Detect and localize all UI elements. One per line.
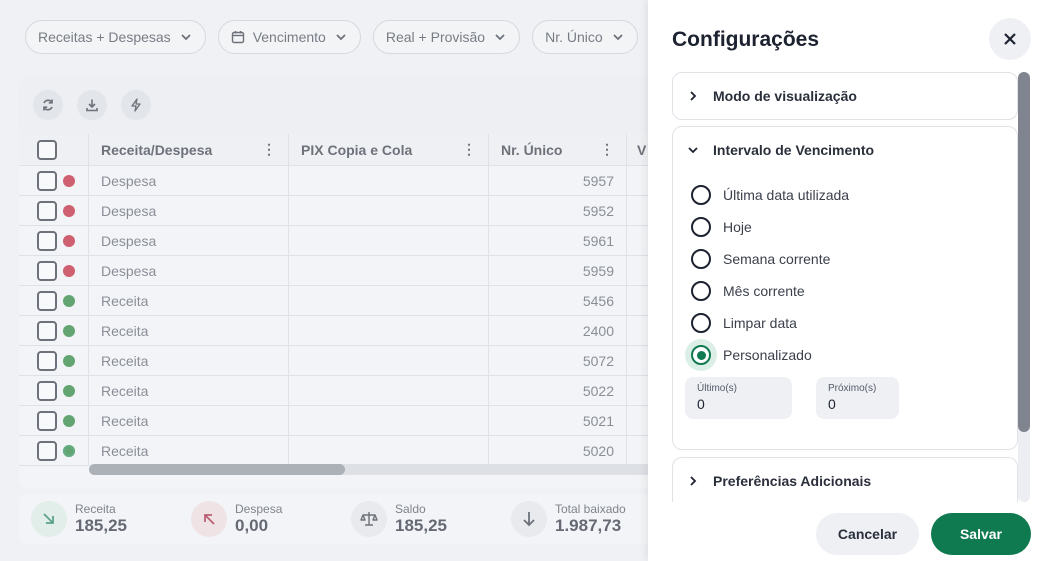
radio-button[interactable] [691,313,711,333]
save-button[interactable]: Salvar [931,513,1031,555]
section-view-mode[interactable]: Modo de visualização [672,72,1018,120]
radio-button[interactable] [691,249,711,269]
section-header[interactable]: Intervalo de Vencimento [673,127,1017,173]
panel-footer: Cancelar Salvar [648,502,1048,561]
radio-label: Última data utilizada [723,187,850,203]
chevron-right-icon [690,91,697,101]
close-button[interactable] [989,18,1031,60]
section-extra-prefs[interactable]: Preferências Adicionais [672,457,1018,502]
cancel-button[interactable]: Cancelar [816,513,919,555]
vertical-scrollbar[interactable] [1018,72,1030,502]
radio-button[interactable] [691,281,711,301]
radio-label: Personalizado [723,347,812,363]
section-due-interval: Intervalo de Vencimento Última data util… [672,126,1018,450]
next-days-field[interactable]: Próximo(s) 0 [816,377,899,419]
panel-title: Configurações [672,28,820,51]
radio-option[interactable]: Hoje [673,211,1017,243]
chevron-down-icon [688,147,698,154]
radio-option-selected[interactable]: Personalizado [673,339,1017,371]
radio-option[interactable]: Limpar data [673,307,1017,339]
radio-option[interactable]: Última data utilizada [673,179,1017,211]
radio-label: Semana corrente [723,251,831,267]
last-days-field[interactable]: Último(s) 0 [685,377,792,419]
radio-label: Mês corrente [723,283,805,299]
radio-button[interactable] [691,185,711,205]
section-title: Intervalo de Vencimento [713,142,875,158]
close-icon [1004,33,1016,45]
section-header[interactable]: Modo de visualização [673,73,1017,119]
radio-label: Hoje [723,219,752,235]
settings-panel: Configurações Modo de visualização Inter… [648,0,1048,561]
radio-label: Limpar data [723,315,797,331]
custom-range-fields: Último(s) 0 Próximo(s) 0 [673,377,1017,419]
field-label: Último(s) [697,383,737,394]
section-header[interactable]: Preferências Adicionais [673,458,1017,504]
field-value[interactable]: 0 [697,396,780,412]
field-label: Próximo(s) [828,383,877,394]
radio-group: Última data utilizada Hoje Semana corren… [673,179,1017,371]
section-title: Preferências Adicionais [713,473,872,489]
chevron-right-icon [690,476,697,486]
vertical-scroll-thumb[interactable] [1018,72,1030,432]
radio-option[interactable]: Mês corrente [673,275,1017,307]
section-title: Modo de visualização [713,88,857,104]
radio-button-selected[interactable] [691,345,711,365]
radio-button[interactable] [691,217,711,237]
radio-option[interactable]: Semana corrente [673,243,1017,275]
modal-backdrop[interactable] [0,0,648,561]
field-value[interactable]: 0 [828,396,887,412]
